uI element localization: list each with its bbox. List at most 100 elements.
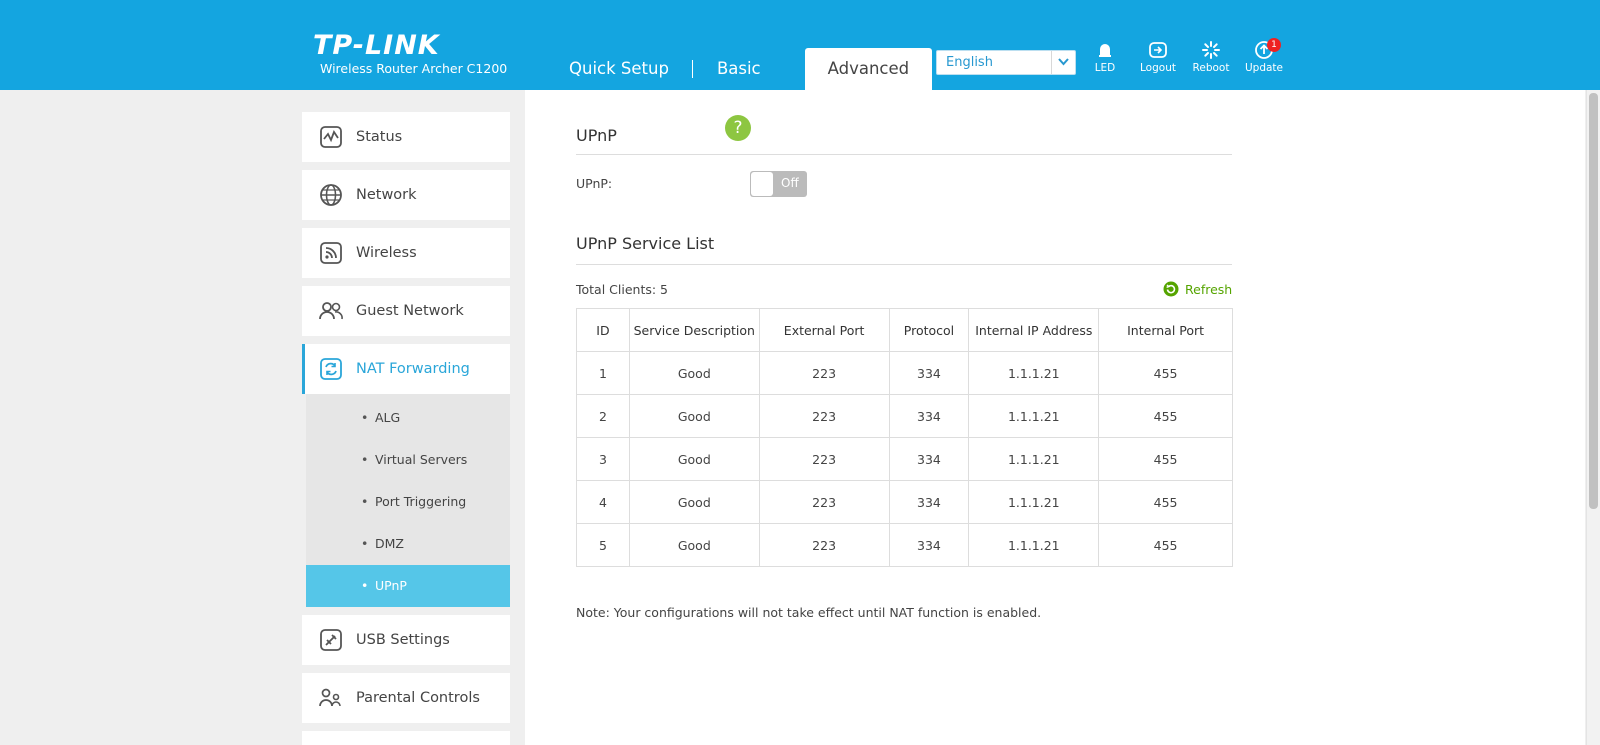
- table-cell: 5: [576, 523, 630, 567]
- reboot-label: Reboot: [1192, 62, 1230, 74]
- page-scrollbar[interactable]: [1586, 90, 1600, 745]
- sidebar-item-label: USB Settings: [356, 632, 450, 648]
- nat-note: Note: Your configurations will not take …: [576, 605, 1042, 620]
- table-cell: 334: [888, 351, 970, 395]
- submenu-item-label: ALG: [375, 410, 401, 425]
- table-cell: Good: [628, 351, 760, 395]
- table-cell: 4: [576, 480, 630, 524]
- column-header: External Port: [758, 308, 890, 352]
- sidebar-item-label: Guest Network: [356, 303, 464, 319]
- table-cell: 223: [758, 523, 890, 567]
- divider: [576, 264, 1232, 265]
- wireless-icon: [318, 240, 344, 266]
- reboot-button[interactable]: Reboot: [1186, 40, 1236, 74]
- sidebar-item-more[interactable]: [302, 731, 510, 745]
- table-cell: 455: [1098, 351, 1233, 395]
- parental-icon: [318, 685, 344, 711]
- table-cell: 3: [576, 437, 630, 481]
- reboot-icon: [1202, 41, 1220, 59]
- update-badge: 1: [1267, 38, 1281, 52]
- column-header: ID: [576, 308, 630, 352]
- table-row: 5 Good 223 334 1.1.1.21 455: [576, 523, 1233, 567]
- column-header: Service Description: [628, 308, 760, 352]
- sidebar-item-guest-network[interactable]: Guest Network: [302, 286, 510, 336]
- column-header: Protocol: [888, 308, 970, 352]
- table-cell: Good: [628, 523, 760, 567]
- logout-button[interactable]: Logout: [1133, 40, 1183, 74]
- refresh-icon: [1163, 281, 1179, 297]
- tab-basic[interactable]: Basic: [693, 48, 785, 90]
- top-nav: Quick Setup Basic Advanced: [545, 48, 933, 90]
- nat-submenu: ALG Virtual Servers Port Triggering DMZ …: [306, 394, 510, 607]
- refresh-button[interactable]: Refresh: [1163, 281, 1232, 297]
- table-cell: 223: [758, 394, 890, 438]
- sidebar-item-status[interactable]: Status: [302, 112, 510, 162]
- update-button[interactable]: 1 Update: [1239, 38, 1289, 74]
- submenu-item-alg[interactable]: ALG: [306, 397, 510, 439]
- refresh-label: Refresh: [1185, 281, 1233, 297]
- led-button[interactable]: LED: [1080, 40, 1130, 74]
- table-cell: 223: [758, 480, 890, 524]
- sidebar-item-label: Wireless: [356, 245, 417, 261]
- help-icon[interactable]: ?: [725, 115, 751, 141]
- sidebar-item-network[interactable]: Network: [302, 170, 510, 220]
- model-name: Wireless Router Archer C1200: [320, 61, 508, 76]
- total-clients: Total Clients: 5: [576, 282, 669, 297]
- sidebar: Status Network Wireless Guest Network NA…: [302, 112, 510, 745]
- sidebar-item-parental-controls[interactable]: Parental Controls: [302, 673, 510, 723]
- submenu-item-port-triggering[interactable]: Port Triggering: [306, 481, 510, 523]
- table-cell: 334: [888, 394, 970, 438]
- submenu-item-label: Port Triggering: [375, 494, 467, 509]
- led-label: LED: [1094, 62, 1116, 74]
- table-cell: Good: [628, 437, 760, 481]
- upnp-service-table: ID Service Description External Port Pro…: [576, 308, 1233, 567]
- usb-icon: [318, 627, 344, 653]
- led-icon: [1099, 44, 1111, 57]
- toggle-state: Off: [781, 176, 799, 190]
- toggle-knob: [751, 172, 773, 196]
- table-cell: Good: [628, 394, 760, 438]
- column-header: Internal Port: [1098, 308, 1233, 352]
- upnp-label: UPnP:: [576, 176, 613, 191]
- service-list-title: UPnP Service List: [576, 234, 715, 253]
- globe-icon: [318, 182, 344, 208]
- table-row: 1 Good 223 334 1.1.1.21 455: [576, 351, 1233, 395]
- sidebar-item-label: NAT Forwarding: [356, 361, 470, 377]
- sidebar-item-label: Network: [356, 187, 417, 203]
- sidebar-item-nat-forwarding[interactable]: NAT Forwarding: [302, 344, 510, 394]
- submenu-item-label: DMZ: [375, 536, 404, 551]
- table-row: 4 Good 223 334 1.1.1.21 455: [576, 480, 1233, 524]
- language-select[interactable]: English: [936, 50, 1076, 75]
- status-icon: [318, 124, 344, 150]
- language-value: English: [946, 55, 993, 70]
- table-row: 3 Good 223 334 1.1.1.21 455: [576, 437, 1233, 481]
- sidebar-item-usb-settings[interactable]: USB Settings: [302, 615, 510, 665]
- main-panel: UPnP UPnP: Off UPnP Service List Total C…: [525, 90, 1585, 745]
- guest-icon: [318, 298, 344, 324]
- sidebar-item-wireless[interactable]: Wireless: [302, 228, 510, 278]
- submenu-item-upnp[interactable]: UPnP: [306, 565, 510, 607]
- logout-label: Logout: [1140, 62, 1176, 74]
- submenu-item-dmz[interactable]: DMZ: [306, 523, 510, 565]
- chevron-down-icon: [1051, 51, 1075, 74]
- table-cell: 1.1.1.21: [968, 351, 1100, 395]
- submenu-item-label: UPnP: [375, 578, 407, 593]
- nat-icon: [318, 356, 344, 382]
- upnp-toggle[interactable]: Off: [750, 171, 807, 197]
- update-label: Update: [1244, 62, 1284, 74]
- column-header: Internal IP Address: [968, 308, 1100, 352]
- submenu-item-virtual-servers[interactable]: Virtual Servers: [306, 439, 510, 481]
- tab-quick-setup[interactable]: Quick Setup: [545, 48, 693, 90]
- table-cell: 455: [1098, 394, 1233, 438]
- scrollbar-thumb[interactable]: [1589, 93, 1598, 509]
- table-cell: 223: [758, 437, 890, 481]
- table-cell: 455: [1098, 523, 1233, 567]
- upnp-section-title: UPnP: [576, 126, 617, 145]
- tab-advanced[interactable]: Advanced: [804, 48, 933, 90]
- table-header-row: ID Service Description External Port Pro…: [576, 308, 1233, 352]
- sidebar-item-label: Parental Controls: [356, 690, 480, 706]
- logout-icon: [1149, 42, 1167, 58]
- submenu-item-label: Virtual Servers: [375, 452, 468, 467]
- table-cell: 2: [576, 394, 630, 438]
- table-row: 2 Good 223 334 1.1.1.21 455: [576, 394, 1233, 438]
